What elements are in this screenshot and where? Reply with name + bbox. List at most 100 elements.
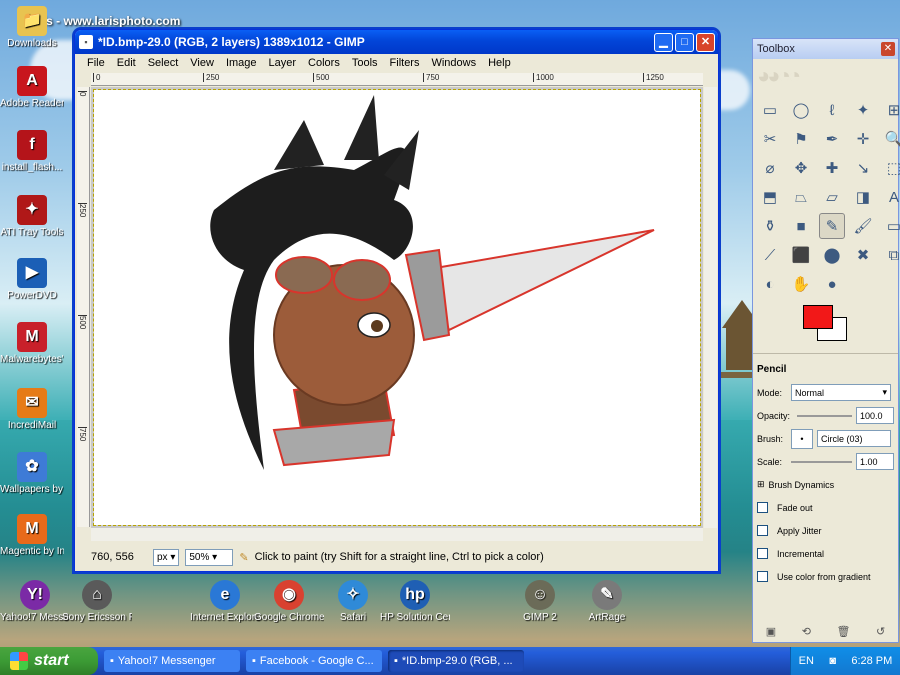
menu-item-help[interactable]: Help — [482, 57, 517, 69]
brush-preview[interactable]: • — [791, 428, 813, 449]
option-checkbox-row[interactable]: Apply Jitter — [757, 519, 894, 542]
tool-button[interactable]: ⧉ — [881, 242, 900, 268]
menu-item-image[interactable]: Image — [220, 57, 263, 69]
scale-input[interactable]: 1.00 — [856, 453, 894, 470]
reset-options-icon[interactable]: ↺ — [876, 625, 885, 638]
tool-button[interactable]: ▭ — [757, 97, 783, 123]
menu-item-select[interactable]: Select — [142, 57, 185, 69]
tool-button[interactable]: ⚑ — [788, 126, 814, 152]
gimp-image-window[interactable]: ▪ *ID.bmp-29.0 (RGB, 2 layers) 1389x1012… — [74, 29, 719, 572]
tool-button[interactable]: ◨ — [850, 184, 876, 210]
desktop-icon[interactable]: ✉ IncrediMail — [0, 388, 64, 431]
desktop-icon[interactable]: ✿ Wallpapers by IncrediMail — [0, 452, 64, 495]
image-canvas[interactable] — [93, 89, 701, 526]
menu-item-windows[interactable]: Windows — [425, 57, 482, 69]
menu-item-tools[interactable]: Tools — [346, 57, 384, 69]
checkbox[interactable] — [757, 502, 768, 513]
tool-button[interactable]: ⬤ — [819, 242, 845, 268]
brush-dynamics-expander[interactable]: Brush Dynamics — [769, 480, 835, 490]
mode-select[interactable]: Normal ▾ — [791, 384, 891, 401]
scale-slider[interactable] — [791, 460, 852, 463]
option-checkbox-row[interactable]: Fade out — [757, 496, 894, 519]
tool-button[interactable]: ↘ — [850, 155, 876, 181]
restore-options-icon[interactable]: ⟲ — [802, 625, 811, 638]
save-options-icon[interactable]: ▣ — [766, 625, 776, 638]
tool-button[interactable]: ✒ — [819, 126, 845, 152]
menu-item-file[interactable]: File — [81, 57, 111, 69]
clock[interactable]: 6:28 PM — [851, 655, 892, 667]
desktop-icon[interactable]: M Magentic by IncrediMail — [0, 514, 64, 557]
desktop-icon[interactable]: ◉ Google Chrome — [254, 580, 324, 623]
brush-name[interactable]: Circle (03) — [817, 430, 891, 447]
horizontal-scrollbar[interactable] — [91, 528, 703, 541]
canvas-area[interactable] — [91, 87, 703, 528]
tool-button[interactable]: ◯ — [788, 97, 814, 123]
menu-item-filters[interactable]: Filters — [384, 57, 426, 69]
opacity-slider[interactable] — [797, 414, 852, 417]
toolbox-window[interactable]: Toolbox ✕ ◕◕◔◔ ▭ ◯ ℓ ✦ ⊞ ✂ ⚑ ✒ ✛ 🔍 ⌀ ✥ ✚ ↘ ⬚ ⬒ ⏢ ▱ ◨ A ⚱ ■ ✎ 🖌 ▭… — [752, 38, 900, 643]
desktop-icon[interactable]: ✎ ArtRage — [572, 580, 642, 623]
maximize-button[interactable]: □ — [675, 32, 694, 52]
tool-button[interactable]: ■ — [788, 213, 814, 239]
desktop-icon[interactable]: ⌂ Sony Ericsson PC Compani... — [62, 580, 132, 623]
expand-icon[interactable]: ⊞ — [757, 479, 765, 490]
minimize-button[interactable]: ▁ — [654, 32, 673, 52]
tool-button[interactable]: ℓ — [819, 97, 845, 123]
tool-button[interactable]: ✦ — [850, 97, 876, 123]
tool-button[interactable]: ✚ — [819, 155, 845, 181]
tool-button[interactable]: ▱ — [819, 184, 845, 210]
desktop-icon[interactable]: A Adobe Reader 9 — [0, 66, 64, 109]
tool-button[interactable]: ⊞ — [881, 97, 900, 123]
start-button[interactable]: start — [0, 647, 98, 675]
vertical-scrollbar[interactable] — [704, 87, 717, 528]
checkbox[interactable] — [757, 571, 768, 582]
desktop-icon[interactable]: Y! Yahoo!7 Messenger — [0, 580, 70, 623]
zoom-select[interactable]: 50% ▾ — [185, 548, 234, 566]
tool-button[interactable]: ✂ — [757, 126, 783, 152]
tool-button[interactable]: ◐ — [757, 271, 783, 297]
tool-button[interactable]: ● — [819, 271, 845, 297]
tool-button[interactable]: ✎ — [819, 213, 845, 239]
tool-button[interactable]: ✖ — [850, 242, 876, 268]
vertical-ruler[interactable]: 0 250 500 750 — [77, 87, 90, 527]
desktop-icon[interactable]: e Internet Explorer — [190, 580, 260, 623]
opacity-input[interactable]: 100.0 — [856, 407, 894, 424]
toolbox-title-bar[interactable]: Toolbox ✕ — [753, 39, 898, 59]
title-bar[interactable]: ▪ *ID.bmp-29.0 (RGB, 2 layers) 1389x1012… — [75, 30, 718, 54]
taskbar-button[interactable]: ▪ Yahoo!7 Messenger — [104, 650, 240, 672]
option-checkbox-row[interactable]: Use color from gradient — [757, 565, 894, 588]
tool-button[interactable]: ✋ — [788, 271, 814, 297]
close-button[interactable]: ✕ — [696, 32, 715, 52]
desktop-icon[interactable]: 📁 Downloads — [0, 6, 64, 49]
tool-button[interactable]: 🖌 — [850, 213, 876, 239]
menu-item-layer[interactable]: Layer — [263, 57, 303, 69]
taskbar-button[interactable]: ▪ Facebook - Google C... — [246, 650, 382, 672]
delete-options-icon[interactable]: 🗑 — [836, 625, 850, 638]
tool-button[interactable]: ⬛ — [788, 242, 814, 268]
tool-button[interactable]: 🔍 — [881, 126, 900, 152]
desktop-icon[interactable]: hp HP Solution Center — [380, 580, 450, 623]
tool-button[interactable]: ⌀ — [757, 155, 783, 181]
desktop-icon[interactable]: ☺ GIMP 2 — [505, 580, 575, 623]
tool-button[interactable]: ✛ — [850, 126, 876, 152]
tool-button[interactable]: ⬒ — [757, 184, 783, 210]
checkbox[interactable] — [757, 525, 768, 536]
taskbar-button[interactable]: ▪ *ID.bmp-29.0 (RGB, ... — [388, 650, 524, 672]
tool-button[interactable]: A — [881, 184, 900, 210]
desktop-icon[interactable]: ✦ ATI Tray Tools — [0, 195, 64, 238]
network-icon[interactable]: ◙ — [829, 655, 836, 667]
language-indicator[interactable]: EN — [799, 655, 814, 667]
foreground-color-swatch[interactable] — [803, 305, 833, 329]
tool-button[interactable]: ⟋ — [757, 242, 783, 268]
tool-button[interactable]: ✥ — [788, 155, 814, 181]
checkbox[interactable] — [757, 548, 768, 559]
tool-button[interactable]: ⚱ — [757, 213, 783, 239]
desktop-icon[interactable]: ✧ Safari — [318, 580, 388, 623]
option-checkbox-row[interactable]: Incremental — [757, 542, 894, 565]
desktop-icon[interactable]: ▶ PowerDVD — [0, 258, 64, 301]
tool-button[interactable]: ⏢ — [788, 184, 814, 210]
menu-item-view[interactable]: View — [184, 57, 220, 69]
horizontal-ruler[interactable]: 0 250 500 750 1000 1250 — [91, 73, 703, 86]
tool-button[interactable]: ⬚ — [881, 155, 900, 181]
menu-item-colors[interactable]: Colors — [302, 57, 346, 69]
